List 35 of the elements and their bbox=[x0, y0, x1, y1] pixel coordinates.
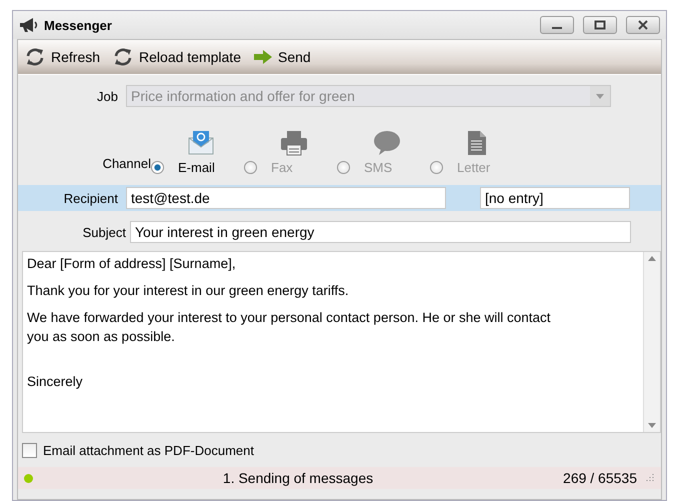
send-button[interactable]: Send bbox=[250, 47, 313, 67]
field-label: Channel bbox=[102, 156, 151, 173]
channel-option-label: SMS bbox=[364, 160, 392, 175]
window-title: Messenger bbox=[44, 18, 113, 32]
close-button[interactable] bbox=[626, 16, 660, 34]
dropdown-arrow-icon bbox=[596, 94, 604, 98]
document-icon bbox=[466, 130, 488, 156]
speech-bubble-icon bbox=[373, 130, 401, 156]
recipient-name-field[interactable]: [no entry] bbox=[480, 187, 630, 209]
toolbar-button[interactable]: Refresh bbox=[22, 44, 102, 70]
printer-icon bbox=[280, 130, 308, 156]
arrow-right-icon bbox=[252, 49, 273, 65]
refresh-icon bbox=[112, 46, 134, 68]
checkbox[interactable] bbox=[22, 442, 37, 458]
status-message: 1. Sending of messages bbox=[222, 470, 374, 486]
channel-option-label: Fax bbox=[271, 160, 293, 175]
refresh-icon bbox=[24, 46, 46, 68]
minimize-button[interactable] bbox=[540, 16, 574, 34]
minimize-icon bbox=[552, 27, 562, 29]
field-label: Job bbox=[96, 88, 119, 104]
checkbox-label: Email attachment as PDF-Document bbox=[43, 442, 254, 458]
envelope-icon bbox=[187, 128, 215, 156]
channel-option-label: E-mail bbox=[178, 160, 215, 175]
close-icon bbox=[637, 20, 649, 30]
maximize-button[interactable] bbox=[583, 16, 617, 34]
toolbar-button[interactable]: Reload template bbox=[110, 44, 243, 70]
message-count: 269 / 65535 bbox=[563, 470, 637, 486]
channel-option-label: Letter bbox=[457, 160, 490, 175]
maximize-icon bbox=[594, 20, 606, 30]
subject-field[interactable]: Your interest in green energy bbox=[130, 221, 631, 243]
megaphone-icon bbox=[19, 17, 39, 33]
field-label: Recipient bbox=[62, 190, 119, 206]
radio-button[interactable] bbox=[151, 161, 164, 174]
field-label: Subject bbox=[82, 224, 127, 240]
recipient-field[interactable]: test@test.de bbox=[126, 187, 446, 209]
